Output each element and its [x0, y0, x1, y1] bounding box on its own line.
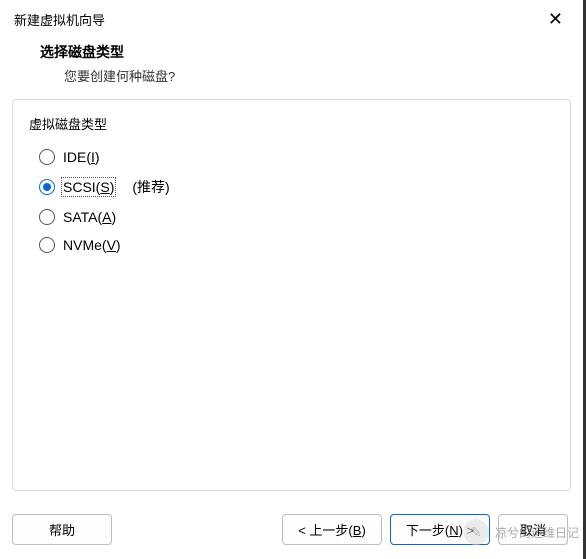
radio-ide[interactable]: IDE(I): [29, 143, 554, 171]
page-title: 选择磁盘类型: [16, 42, 567, 62]
group-label: 虚拟磁盘类型: [29, 114, 554, 133]
close-icon[interactable]: ✕: [542, 8, 569, 30]
radio-icon: [39, 209, 55, 225]
radio-label: NVMe(V): [63, 237, 121, 253]
radio-label: IDE(I): [63, 149, 100, 165]
radio-hint: (推荐): [132, 177, 169, 197]
radio-icon: [39, 179, 55, 195]
radio-sata[interactable]: SATA(A): [29, 203, 554, 231]
radio-scsi[interactable]: SCSI(S) (推荐): [29, 171, 554, 203]
wizard-footer: 帮助 < 上一步(B) 下一步(N) > 取消: [0, 504, 580, 559]
titlebar: 新建虚拟机向导 ✕: [0, 0, 583, 36]
back-button[interactable]: < 上一步(B): [282, 514, 382, 545]
next-button[interactable]: 下一步(N) >: [390, 514, 490, 545]
radio-label: SCSI(S): [63, 179, 114, 195]
radio-label: SATA(A): [63, 209, 116, 225]
window-title: 新建虚拟机向导: [14, 10, 105, 29]
cancel-button[interactable]: 取消: [498, 514, 568, 545]
content-panel: 虚拟磁盘类型 IDE(I) SCSI(S) (推荐) SATA(A) NVMe(…: [12, 99, 571, 491]
radio-icon: [39, 237, 55, 253]
radio-nvme[interactable]: NVMe(V): [29, 231, 554, 259]
help-button[interactable]: 帮助: [12, 514, 112, 545]
page-subtitle: 您要创建何种磁盘?: [16, 66, 567, 85]
radio-icon: [39, 149, 55, 165]
wizard-header: 选择磁盘类型 您要创建何种磁盘?: [0, 36, 583, 99]
